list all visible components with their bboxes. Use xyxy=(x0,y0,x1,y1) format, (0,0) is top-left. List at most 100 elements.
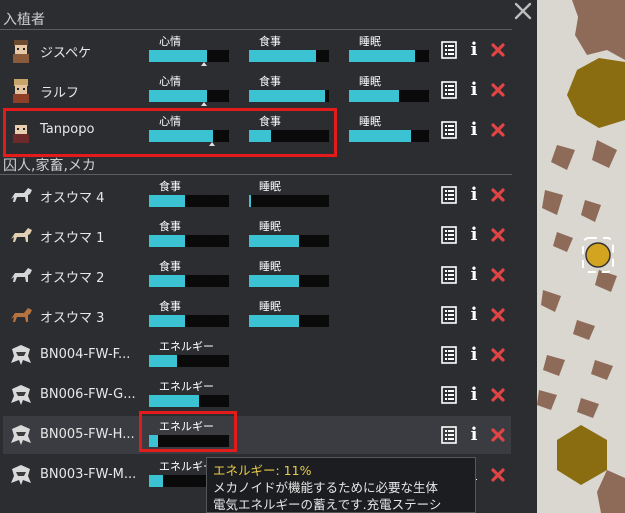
mood-threshold-marker xyxy=(201,62,207,66)
need-label: 心情 xyxy=(159,75,181,88)
need-bar xyxy=(349,130,429,142)
mech-icon xyxy=(7,381,35,409)
mech-icon xyxy=(7,461,35,489)
need-bar xyxy=(349,90,429,102)
pawn-name[interactable]: BN005-FW-H... xyxy=(40,427,135,442)
need-food: 食事 xyxy=(149,256,229,294)
close-icon[interactable] xyxy=(512,0,534,22)
need-label: 食事 xyxy=(159,300,181,313)
pawn-row-selected[interactable]: BN005-FW-H... エネルギー i xyxy=(3,416,511,454)
log-icon[interactable] xyxy=(440,41,458,59)
log-icon[interactable] xyxy=(440,346,458,364)
log-icon[interactable] xyxy=(440,81,458,99)
need-label: 睡眠 xyxy=(359,35,381,48)
bar-fill xyxy=(349,130,411,142)
pawn-row[interactable]: ジスペケ 心情 食事 睡眠 i xyxy=(3,31,511,69)
pawn-name[interactable]: BN006-FW-G... xyxy=(40,387,136,402)
log-icon[interactable] xyxy=(440,386,458,404)
mech-icon xyxy=(7,341,35,369)
info-icon[interactable]: i xyxy=(465,346,483,364)
info-icon[interactable]: i xyxy=(465,306,483,324)
info-icon[interactable]: i xyxy=(465,41,483,59)
log-icon[interactable] xyxy=(440,226,458,244)
bar-fill xyxy=(249,90,325,102)
delete-icon[interactable] xyxy=(489,386,507,404)
delete-icon[interactable] xyxy=(489,226,507,244)
pawn-name[interactable]: BN004-FW-F... xyxy=(40,347,130,362)
need-mood: 心情 xyxy=(149,31,229,69)
need-label: 食事 xyxy=(259,35,281,48)
need-bar xyxy=(349,50,429,62)
need-rest: 睡眠 xyxy=(249,176,329,214)
pawn-name[interactable]: オスウマ 4 xyxy=(40,187,104,206)
bar-fill xyxy=(149,235,185,247)
log-icon[interactable] xyxy=(440,266,458,284)
log-icon[interactable] xyxy=(440,306,458,324)
log-icon[interactable] xyxy=(440,121,458,139)
world-map-view[interactable] xyxy=(537,0,625,513)
energy-tooltip: エネルギー: 11% メカノイドが機能するために必要な生体 電気エネルギーの蓄え… xyxy=(206,457,476,513)
log-icon[interactable] xyxy=(440,186,458,204)
info-icon[interactable]: i xyxy=(465,226,483,244)
log-icon[interactable] xyxy=(440,426,458,444)
need-label: 睡眠 xyxy=(259,220,281,233)
bar-fill xyxy=(149,195,185,207)
delete-icon[interactable] xyxy=(489,306,507,324)
need-bar xyxy=(249,50,329,62)
need-label: 食事 xyxy=(159,220,181,233)
bar-fill xyxy=(149,275,185,287)
delete-icon[interactable] xyxy=(489,41,507,59)
need-bar xyxy=(149,90,229,102)
pawn-name[interactable]: BN003-FW-M... xyxy=(40,467,136,482)
horse-icon xyxy=(7,221,35,249)
pawn-row[interactable]: ラルフ 心情 食事 睡眠 i xyxy=(3,71,511,109)
tooltip-title: エネルギー: 11% xyxy=(213,463,312,478)
pawn-name[interactable]: ジスペケ xyxy=(40,42,91,61)
info-icon[interactable]: i xyxy=(465,386,483,404)
info-icon[interactable]: i xyxy=(465,81,483,99)
info-icon[interactable]: i xyxy=(465,186,483,204)
bar-fill xyxy=(149,395,199,407)
pawn-row[interactable]: オスウマ 4 食事 睡眠 i xyxy=(3,176,511,214)
pawn-row[interactable]: オスウマ 1 食事 睡眠 i xyxy=(3,216,511,254)
bar-fill xyxy=(149,355,177,367)
delete-icon[interactable] xyxy=(489,466,507,484)
delete-icon[interactable] xyxy=(489,186,507,204)
pawn-name[interactable]: ラルフ xyxy=(40,82,79,101)
need-label: エネルギー xyxy=(159,380,214,393)
pawn-name[interactable]: オスウマ 2 xyxy=(40,267,104,286)
pawn-row[interactable]: オスウマ 2 食事 睡眠 i xyxy=(3,256,511,294)
section-header-colonists: 入植者 xyxy=(3,12,45,28)
info-icon[interactable]: i xyxy=(465,121,483,139)
section-header-others: 囚人,家畜,メカ xyxy=(3,158,96,174)
pawn-row[interactable]: オスウマ 3 食事 睡眠 i xyxy=(3,296,511,334)
need-food: 食事 xyxy=(249,71,329,109)
delete-icon[interactable] xyxy=(489,266,507,284)
need-bar xyxy=(249,195,329,207)
pawn-row[interactable]: BN004-FW-F... エネルギー i xyxy=(3,336,511,374)
info-icon[interactable]: i xyxy=(465,426,483,444)
need-rest: 睡眠 xyxy=(249,296,329,334)
mech-icon xyxy=(7,421,35,449)
need-label: エネルギー xyxy=(159,340,214,353)
need-rest: 睡眠 xyxy=(349,111,429,149)
pawn-row[interactable]: BN006-FW-G... エネルギー i xyxy=(3,376,511,414)
horse-icon xyxy=(7,261,35,289)
need-label: 食事 xyxy=(159,260,181,273)
delete-icon[interactable] xyxy=(489,426,507,444)
delete-icon[interactable] xyxy=(489,81,507,99)
pawn-name[interactable]: オスウマ 3 xyxy=(40,307,104,326)
horse-icon xyxy=(7,301,35,329)
need-label: 心情 xyxy=(159,35,181,48)
need-label: 食事 xyxy=(159,180,181,193)
bar-fill xyxy=(249,315,299,327)
section-divider xyxy=(0,174,512,175)
need-bar xyxy=(149,355,229,367)
need-bar xyxy=(249,315,329,327)
need-rest: 睡眠 xyxy=(349,71,429,109)
delete-icon[interactable] xyxy=(489,121,507,139)
pawn-name[interactable]: オスウマ 1 xyxy=(40,227,104,246)
info-icon[interactable]: i xyxy=(465,266,483,284)
delete-icon[interactable] xyxy=(489,346,507,364)
need-bar xyxy=(249,275,329,287)
